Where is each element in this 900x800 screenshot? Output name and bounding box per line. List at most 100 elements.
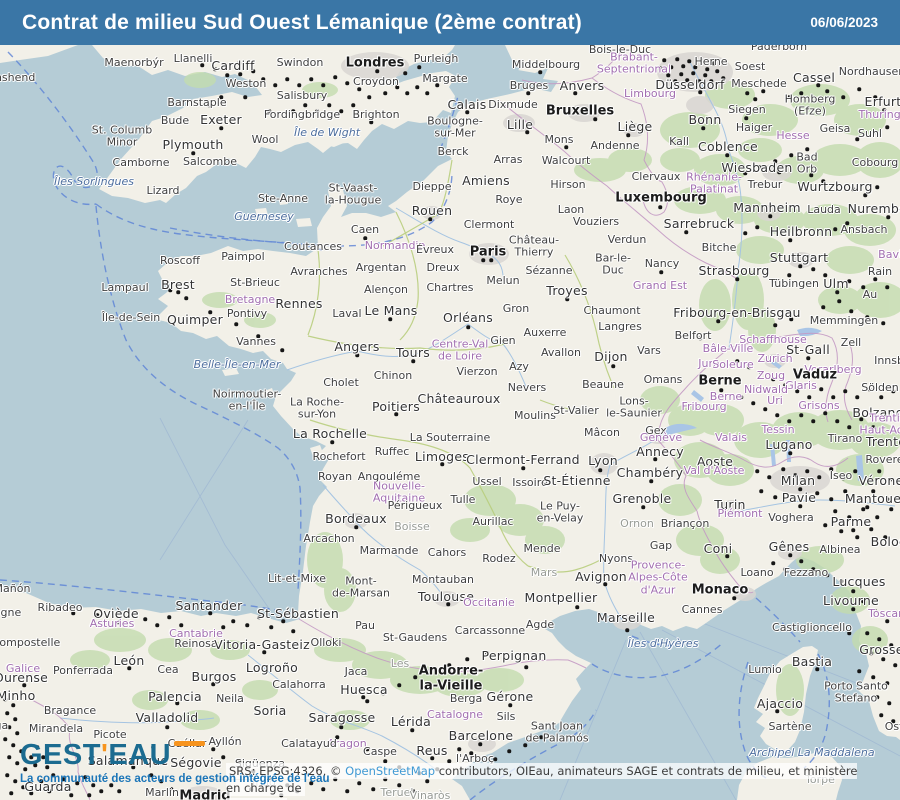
- map-label: Île-de-Sein: [102, 312, 161, 324]
- map-label: Langres: [598, 321, 642, 333]
- town-dot: [611, 364, 615, 368]
- map-label: Vars: [637, 345, 661, 357]
- map-label: Archipel La Maddalena: [749, 747, 874, 759]
- map-label: Coutances: [284, 241, 342, 253]
- map-label: Occitanie: [463, 597, 515, 609]
- map-label: Mantoue: [845, 492, 900, 506]
- map-label: Ste-Anne: [258, 193, 308, 205]
- map-label: Lampaul: [101, 282, 148, 294]
- map-label: Castiglioncello: [772, 622, 852, 634]
- map-label: Genève: [640, 432, 682, 444]
- town-dot: [339, 725, 343, 729]
- town-dot: [799, 413, 803, 417]
- map-label: Toscane: [868, 608, 900, 620]
- map-label: Avranches: [290, 266, 347, 278]
- map-label: Omans: [644, 374, 683, 386]
- map-label: Castletownshend: [0, 72, 35, 84]
- map-label: Brabant- Septentrional: [597, 52, 671, 77]
- town-dot: [865, 631, 869, 635]
- town-dot: [753, 97, 757, 101]
- map-label: Liège: [617, 120, 652, 134]
- town-dot: [691, 71, 695, 75]
- map-label: Suhl: [858, 128, 882, 140]
- map-label: Rodez: [482, 553, 515, 565]
- map-label: Wool: [252, 134, 279, 146]
- town-dot: [675, 57, 679, 61]
- town-dot: [819, 387, 823, 391]
- town-dot: [465, 657, 469, 661]
- map-label: Gap: [650, 540, 672, 552]
- map-label: Llanelli: [174, 53, 213, 65]
- map-label: Paris: [470, 246, 507, 261]
- map-label: Briançon: [661, 518, 710, 530]
- map-label: Le Puy- en-Velay: [537, 501, 584, 526]
- jersey: [296, 218, 312, 227]
- map-label: Île de Wight: [294, 127, 360, 139]
- map-label: Roscoff: [160, 255, 200, 267]
- town-dot: [11, 703, 15, 707]
- town-dot: [403, 71, 407, 75]
- map-label: Vierzon: [456, 366, 497, 378]
- map-label: Clermont: [464, 219, 515, 231]
- map-label: Madrid: [179, 790, 230, 800]
- map-label: Carcassonne: [455, 625, 525, 637]
- map-label: Trentin- Haut-Adige: [859, 413, 900, 438]
- map-label: Marseille: [597, 611, 655, 625]
- map-label: Brest: [161, 278, 195, 292]
- town-dot: [285, 77, 289, 81]
- map-label: Innsbruck: [874, 355, 900, 367]
- map-label: Angers: [334, 340, 379, 354]
- map-label: Ussel: [472, 476, 501, 488]
- map-label: Les: [391, 658, 409, 670]
- town-dot: [5, 711, 9, 715]
- map-label: Nuremberg: [848, 202, 900, 216]
- town-dot: [13, 717, 17, 721]
- map-label: Tessin: [761, 424, 794, 436]
- map-label: León: [113, 654, 144, 668]
- map-label: Centre-Val de Loire: [432, 339, 489, 364]
- map-label: Berne: [698, 375, 741, 390]
- town-dot: [397, 683, 401, 687]
- town-dot: [524, 665, 528, 669]
- town-dot: [345, 81, 349, 85]
- title-bar: Contrat de milieu Sud Ouest Lémanique (2…: [0, 0, 900, 45]
- map-label: Vouziers: [573, 216, 619, 228]
- map-label: Cobourg: [852, 157, 898, 169]
- town-dot: [155, 623, 159, 627]
- map-label: Melun: [486, 275, 519, 287]
- town-dot: [879, 395, 883, 399]
- map-label: La Corogne: [0, 607, 21, 619]
- openstreetmap-link[interactable]: OpenStreetMap: [345, 764, 435, 778]
- map-label: Cholet: [323, 377, 359, 389]
- map-label: Rovereto: [865, 454, 900, 466]
- map-label: Hesse: [776, 130, 809, 142]
- gesteau-logo[interactable]: GEST'EAU La communauté des acteurs de ge…: [20, 741, 330, 785]
- map-label: Bastia: [792, 655, 832, 669]
- map-label: Sézanne: [526, 265, 573, 277]
- town-dot: [771, 561, 775, 565]
- map-label: Ostie: [885, 721, 900, 733]
- map-label: Nevers: [508, 382, 547, 394]
- town-dot: [789, 153, 793, 157]
- map-label: Lons- le-Saunier: [606, 396, 662, 421]
- map-label: Ruffec: [375, 446, 410, 458]
- map-label: Neila: [216, 693, 244, 705]
- map-label: Troyes: [546, 284, 587, 298]
- logo-orange-dash: [174, 741, 205, 746]
- town-dot: [165, 725, 169, 729]
- town-dot: [871, 675, 875, 679]
- town-dot: [681, 64, 685, 68]
- map-label: Chaumont: [583, 305, 640, 317]
- map-label: Montauban: [412, 574, 474, 586]
- map-label: Bavière: [878, 249, 900, 261]
- map-label: Val d'Aoste: [684, 465, 745, 477]
- map-label: Bude: [161, 115, 189, 127]
- map-label: Lizard: [146, 185, 179, 197]
- map-label: Lyon: [588, 454, 618, 468]
- map-label: Boulogne- sur-Mer: [427, 116, 483, 141]
- map-label: Berck: [437, 146, 468, 158]
- town-dot: [273, 83, 277, 87]
- map-label: Aurillac: [473, 516, 514, 528]
- map-label: Annecy: [636, 445, 684, 459]
- map-label: Burgos: [191, 670, 236, 684]
